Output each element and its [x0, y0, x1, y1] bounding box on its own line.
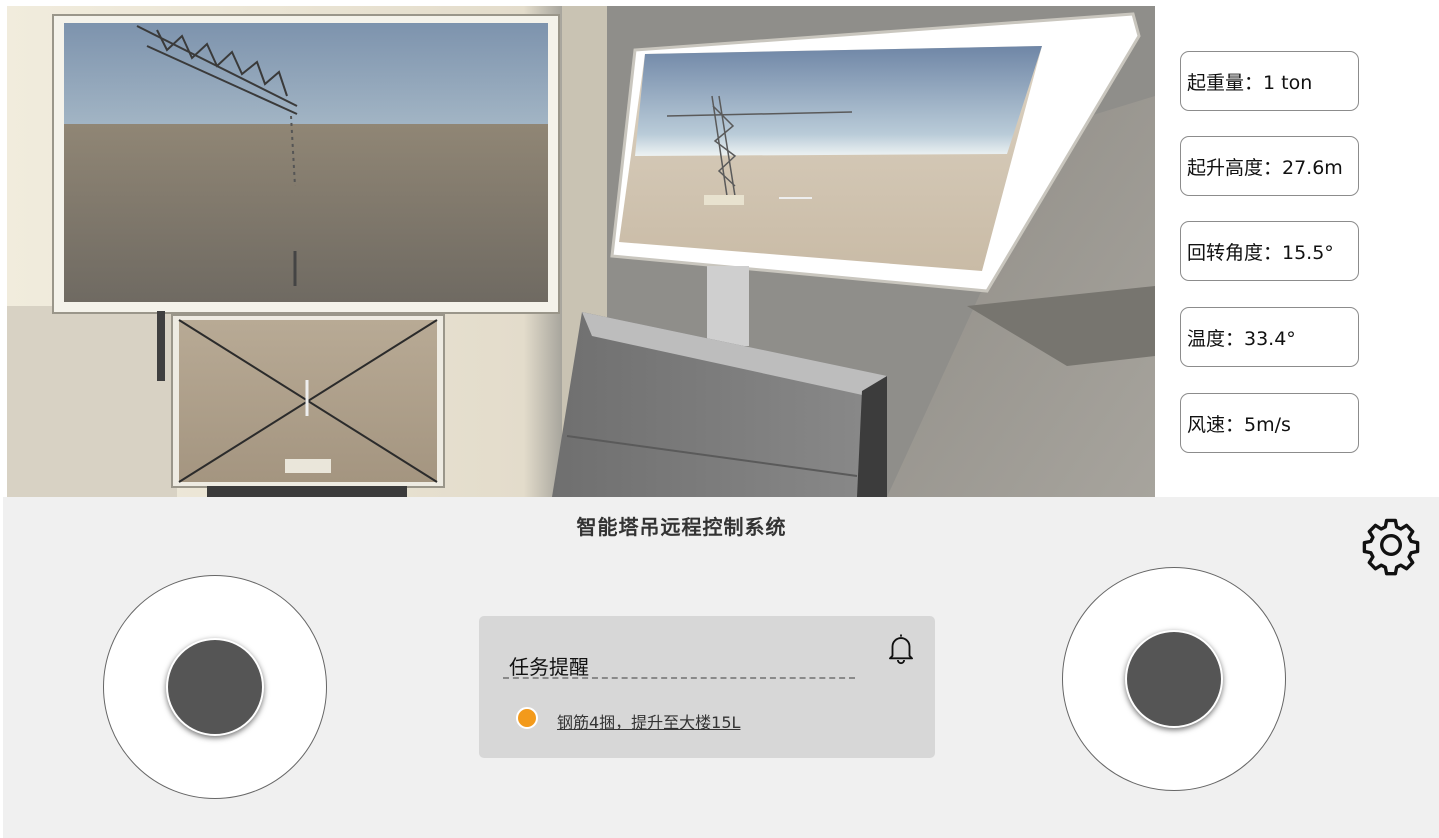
task-item-link[interactable]: 钢筋4捆，提升至大楼15L — [557, 709, 740, 733]
bell-icon[interactable] — [884, 630, 918, 666]
task-divider — [503, 677, 855, 679]
system-title: 智能塔吊远程控制系统 — [576, 515, 787, 539]
gear-icon[interactable] — [1358, 514, 1424, 576]
left-joystick-knob[interactable] — [166, 638, 264, 736]
3d-scene-viewport[interactable] — [7, 6, 1155, 497]
stat-load-capacity-text: 起重量：1 ton — [1187, 71, 1313, 94]
task-reminder-card: 任务提醒 钢筋4捆，提升至大楼15L — [479, 616, 935, 758]
stat-slew-angle-text: 回转角度：15.5° — [1187, 241, 1334, 264]
stat-lift-height-text: 起升高度：27.6m — [1187, 156, 1343, 179]
task-status-dot — [516, 707, 538, 729]
stat-wind-speed-text: 风速：5m/s — [1187, 413, 1291, 436]
stat-lift-height: 起升高度：27.6m — [1180, 136, 1359, 196]
stat-slew-angle: 回转角度：15.5° — [1180, 221, 1359, 281]
stat-load-capacity: 起重量：1 ton — [1180, 51, 1359, 111]
task-reminder-title: 任务提醒 — [509, 655, 589, 679]
control-panel: 智能塔吊远程控制系统 任务提醒 钢筋4捆，提升至大楼15L — [3, 497, 1439, 838]
stat-wind-speed: 风速：5m/s — [1180, 393, 1359, 453]
stat-temperature-text: 温度：33.4° — [1187, 327, 1296, 350]
stat-temperature: 温度：33.4° — [1180, 307, 1359, 367]
right-joystick-knob[interactable] — [1125, 630, 1223, 728]
